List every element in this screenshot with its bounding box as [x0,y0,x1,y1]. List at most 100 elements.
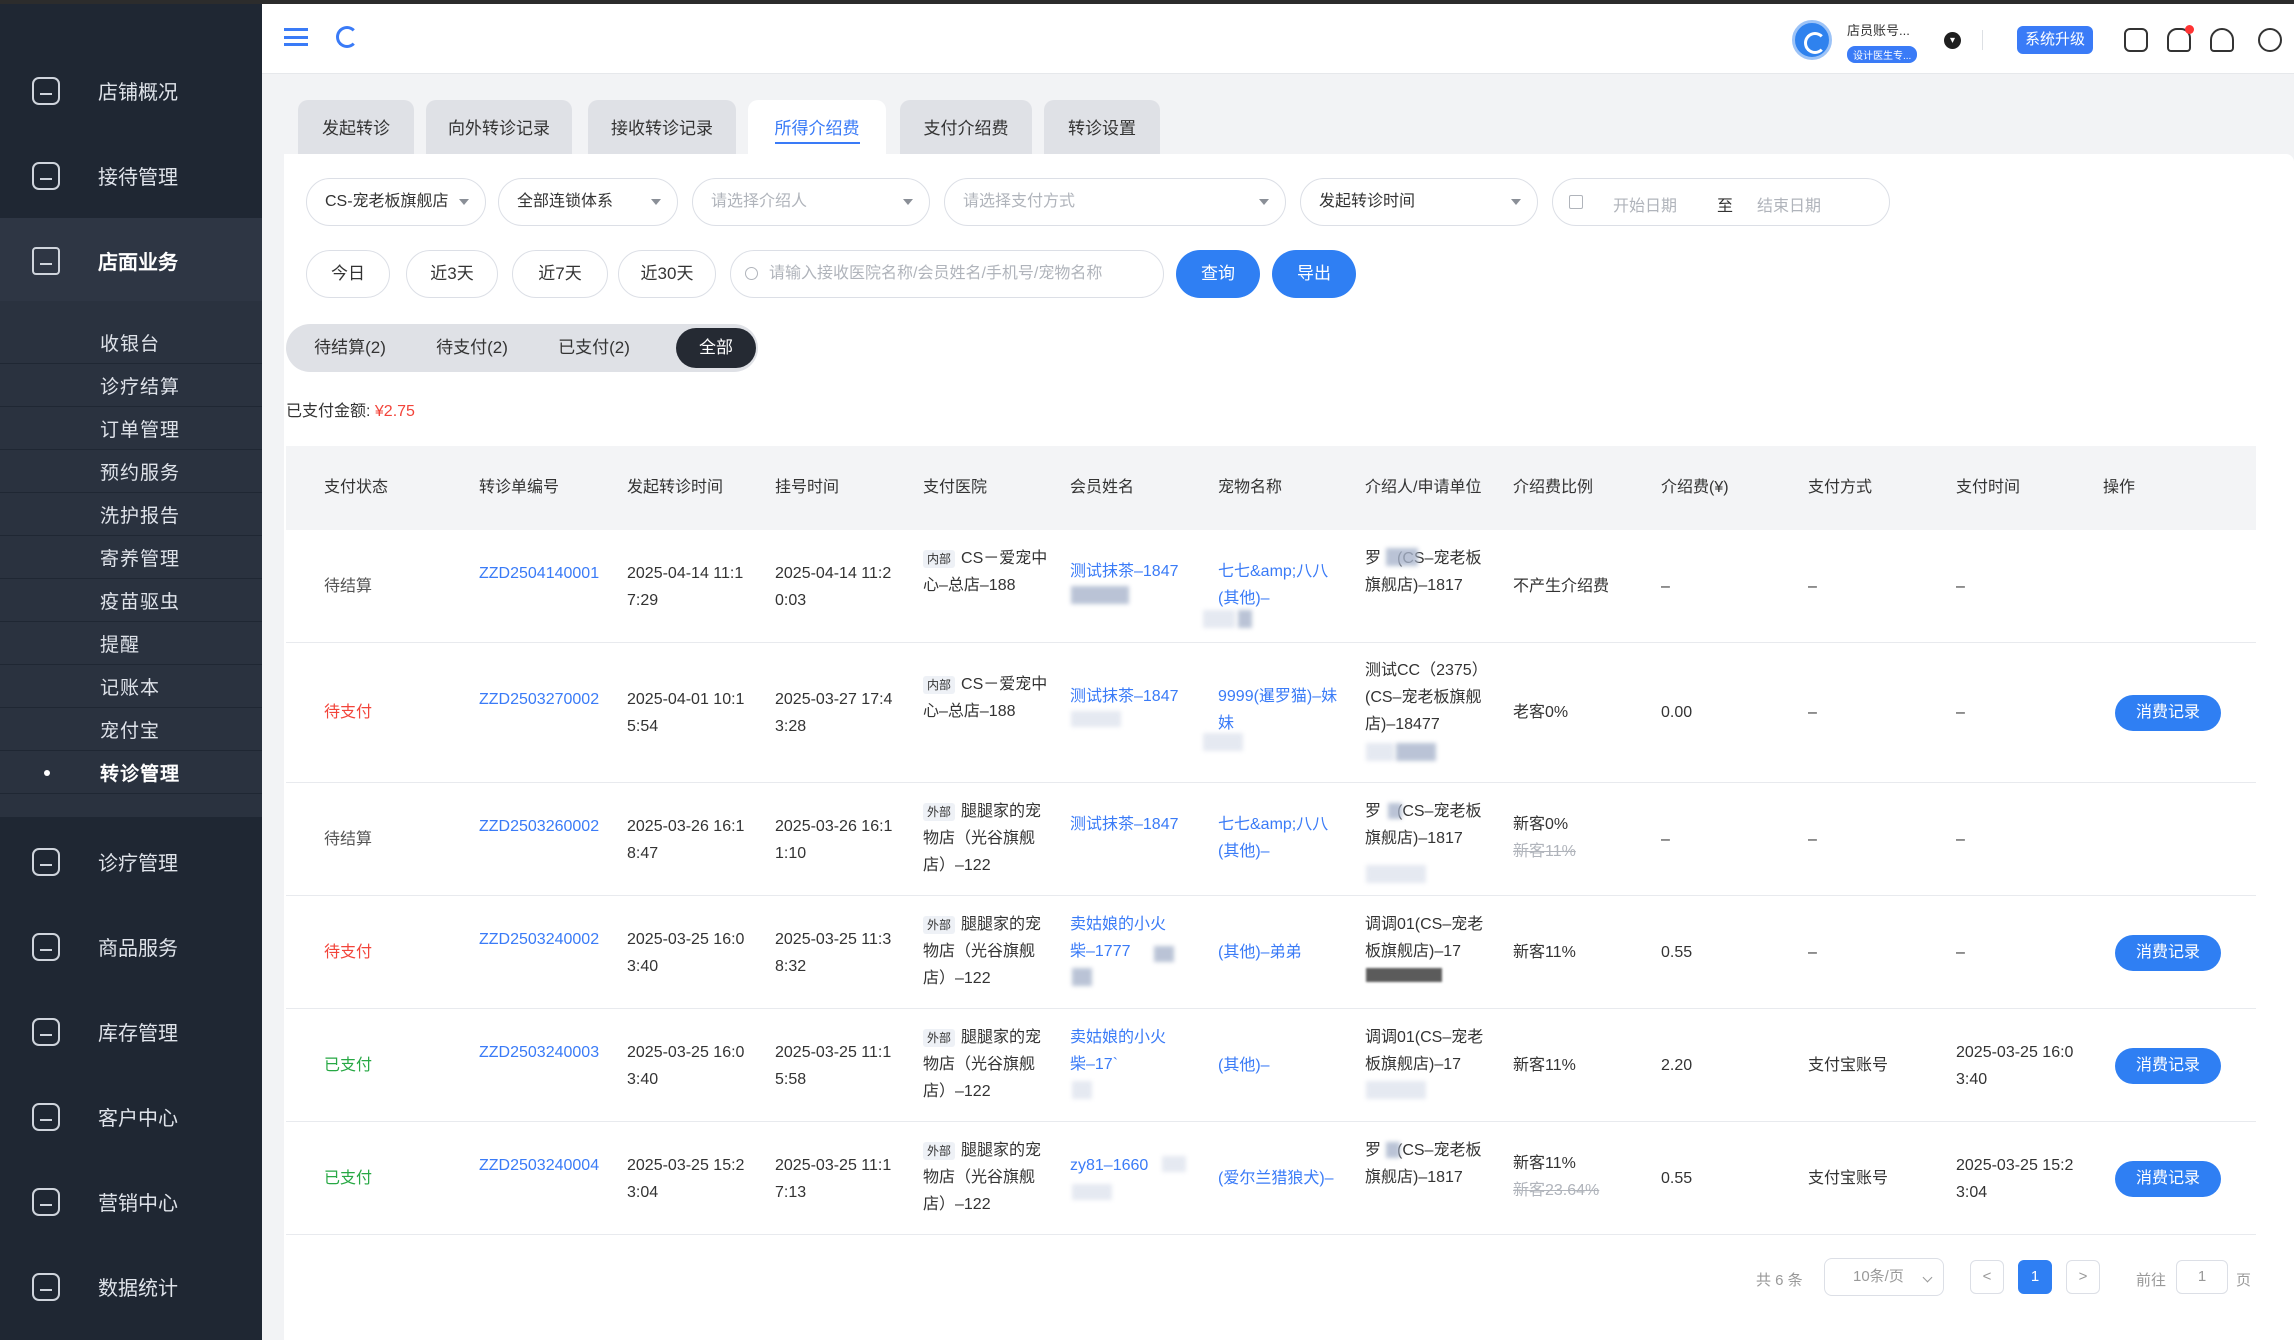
sidebar-subitem-boarding[interactable]: 寄养管理 [0,536,262,579]
order-number-link[interactable]: ZZD2503240002 [479,926,607,953]
store-select[interactable]: CS-宠老板旗舰店 [306,178,486,226]
member-name-link[interactable]: 测试抹茶–1847 [1070,558,1198,585]
member-name-link[interactable]: 卖姑娘的小火柴–17` [1070,1024,1190,1078]
sidebar-item-statistics[interactable]: 数据统计 [0,1244,262,1329]
member-name-link[interactable]: 测试抹茶–1847 [1070,811,1198,838]
consumption-record-button[interactable]: 消费记录 [2115,1048,2221,1084]
tab-referral-settings[interactable]: 转诊设置 [1044,100,1160,154]
column-header: 支付医院 [923,479,988,496]
bell-icon[interactable] [2167,25,2194,52]
quick-today-button[interactable]: 今日 [306,250,390,298]
next-page-button[interactable]: > [2066,1260,2100,1294]
shopping-bag-icon [32,932,60,961]
segment-paid[interactable]: 已支付(2) [538,328,650,368]
tab-inbound-records[interactable]: 接收转诊记录 [588,100,736,154]
headset-icon[interactable] [2210,28,2234,52]
tab-start-referral[interactable]: 发起转诊 [298,100,414,154]
sidebar-item-label: 接待管理 [98,167,178,189]
page-size-select[interactable]: 10条/页 [1824,1258,1944,1296]
pet-name-link[interactable]: 9999(暹罗猫)–妹妹 [1218,683,1346,737]
tab-paid-fees[interactable]: 支付介绍费 [900,100,1032,154]
chevron-down-icon [459,199,469,205]
sidebar-subitem-orders[interactable]: 订单管理 [0,407,262,450]
sidebar-item-products[interactable]: 商品服务 [0,904,262,989]
sidebar-subitem-treatment-settlement[interactable]: 诊疗结算 [0,364,262,407]
fee-ratio-cell: 老客0% [1513,704,1569,721]
introducer-select[interactable]: 请选择介绍人 [692,178,930,226]
sidebar-subitem-referral[interactable]: 转诊管理 [0,751,262,794]
sidebar-subitem-cashier[interactable]: 收银台 [0,321,262,364]
account-name[interactable]: 店员账号... [1847,20,1910,39]
order-number-link[interactable]: ZZD2503240003 [479,1039,607,1066]
sidebar-item-inventory[interactable]: 库存管理 [0,989,262,1074]
pet-name-link[interactable]: 七七&amp;八八(其他)– [1218,558,1346,612]
tab-outbound-records[interactable]: 向外转诊记录 [426,100,572,154]
divider [1982,30,1983,50]
consumption-record-button[interactable]: 消费记录 [2115,695,2221,731]
sidebar-subitem-ledger[interactable]: 记账本 [0,665,262,708]
consumption-record-button[interactable]: 消费记录 [2115,935,2221,971]
sidebar-item-treatment[interactable]: 诊疗管理 [0,819,262,904]
sidebar-subitem-pet-pay[interactable]: 宠付宝 [0,708,262,751]
segment-pending-settlement[interactable]: 待结算(2) [294,328,406,368]
date-range-picker[interactable]: 开始日期 至 结束日期 [1552,178,1890,226]
pet-name-link[interactable]: 七七&amp;八八(其他)– [1218,811,1346,865]
order-number-link[interactable]: ZZD2503240004 [479,1152,607,1179]
consumption-record-button[interactable]: 消费记录 [2115,1161,2221,1197]
sidebar-item-store-business[interactable]: 店面业务 [0,218,262,303]
redacted-mask [1071,711,1121,727]
hospital-type-tag: 内部 [923,676,956,694]
fee-cell: – [1661,831,1670,848]
sidebar-item-reception[interactable]: 接待管理 [0,133,262,218]
chevron-down-icon[interactable]: ▾ [1944,32,1961,49]
export-button[interactable]: 导出 [1272,250,1356,298]
menu-toggle-icon[interactable] [284,28,308,46]
search-input[interactable]: 请输入接收医院名称/会员姓名/手机号/宠物名称 [730,250,1164,298]
refresh-icon[interactable] [336,26,358,48]
member-name-link[interactable]: 测试抹茶–1847 [1070,683,1198,710]
sidebar-subitem-appointments[interactable]: 预约服务 [0,450,262,493]
pet-name-link[interactable]: (其他)–弟弟 [1218,939,1346,966]
query-button[interactable]: 查询 [1176,250,1260,298]
sidebar-subitem-reminders[interactable]: 提醒 [0,622,262,665]
sidebar-subitem-grooming-report[interactable]: 洗护报告 [0,493,262,536]
order-number-link[interactable]: ZZD2503270002 [479,686,607,713]
pet-name-link[interactable]: (爱尔兰猎狼犬)– [1218,1165,1358,1192]
column-header: 介绍人/申请单位 [1365,479,1482,496]
goto-label: 前往 [2136,1272,2167,1289]
order-number-link[interactable]: ZZD2503260002 [479,813,607,840]
sidebar-subitem-vaccine[interactable]: 疫苗驱虫 [0,579,262,622]
register-time-cell: 2025-03-26 16:11:10 [775,818,893,862]
introducer-placeholder: 请选择介绍人 [711,193,808,210]
quick-3days-button[interactable]: 近3天 [406,250,498,298]
sidebar-item-marketing[interactable]: 营销中心 [0,1159,262,1244]
chain-select[interactable]: 全部连锁体系 [498,178,678,226]
segment-all[interactable]: 全部 [676,328,756,368]
sidebar-item-label: 诊疗管理 [98,853,178,875]
sidebar-item-customers[interactable]: 客户中心 [0,1074,262,1159]
segment-pending-payment[interactable]: 待支付(2) [416,328,528,368]
sidebar-item-label: 店面业务 [98,252,178,274]
page-size-value: 10条/页 [1853,1268,1904,1285]
quick-7days-button[interactable]: 近7天 [512,250,608,298]
hospital-cell: 内部 CS－爱宠中心–总店–188 [923,545,1051,599]
hospital-type-tag: 内部 [923,550,956,568]
time-type-select[interactable]: 发起转诊时间 [1300,178,1538,226]
pay-method-select[interactable]: 请选择支付方式 [944,178,1286,226]
start-time-cell: 2025-03-26 16:18:47 [627,818,745,862]
order-number-link[interactable]: ZZD2504140001 [479,560,607,587]
tab-earned-fees[interactable]: 所得介绍费 [748,100,886,154]
hospital-cell: 外部 腿腿家的宠物店（光谷旗舰店）–122 [923,1137,1051,1218]
quick-30days-button[interactable]: 近30天 [618,250,716,298]
prev-page-button[interactable]: < [1970,1260,2004,1294]
system-upgrade-button[interactable]: 系统升级 [2017,26,2094,54]
calendar-icon[interactable] [2124,28,2148,52]
avatar[interactable] [1792,20,1832,60]
start-date-input[interactable]: 开始日期 [1613,192,1677,216]
clock-icon[interactable] [2258,28,2282,52]
goto-page-input[interactable]: 1 [2176,1260,2228,1294]
end-date-input[interactable]: 结束日期 [1757,192,1821,216]
pet-name-link[interactable]: (其他)– [1218,1052,1346,1079]
sidebar-item-store-overview[interactable]: 店铺概况 [0,48,262,133]
page-1-button[interactable]: 1 [2018,1260,2052,1294]
